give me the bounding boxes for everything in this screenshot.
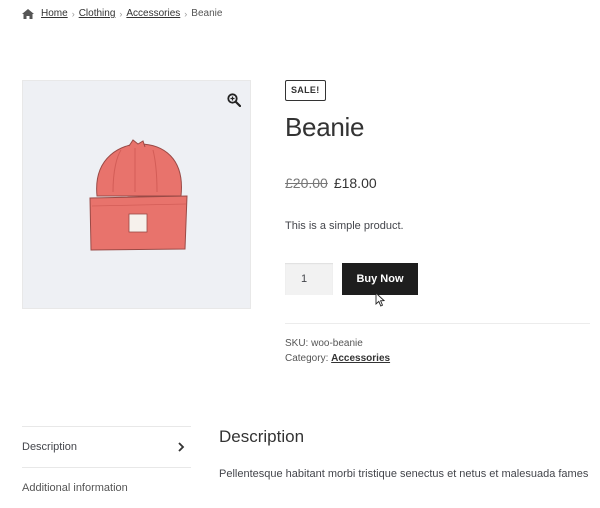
mouse-cursor-icon	[375, 292, 385, 307]
product-gallery[interactable]	[22, 80, 251, 309]
divider	[285, 323, 590, 324]
tab-description-label: Description	[22, 441, 78, 453]
product-tabs: Description Additional information	[22, 426, 191, 508]
sku-label: SKU:	[285, 338, 309, 349]
product-sku: SKU: woo-beanie	[285, 338, 363, 349]
breadcrumb: Home › Clothing › Accessories › Beanie	[22, 8, 222, 19]
sale-badge: SALE!	[285, 80, 326, 101]
old-price: £20.00	[285, 175, 328, 191]
tab-additional-label: Additional information	[22, 482, 128, 494]
breadcrumb-separator: ›	[71, 8, 75, 19]
category-label: Category:	[285, 353, 329, 364]
tab-additional-information[interactable]: Additional information	[22, 467, 191, 508]
zoom-icon[interactable]	[227, 93, 241, 107]
quantity-input[interactable]	[285, 263, 333, 295]
product-category: Category: Accessories	[285, 353, 390, 364]
home-icon	[22, 8, 34, 19]
breadcrumb-clothing-link[interactable]: Clothing	[79, 8, 116, 19]
category-link[interactable]: Accessories	[331, 353, 390, 364]
beanie-hat-icon	[89, 139, 188, 251]
chevron-right-icon	[178, 442, 185, 452]
tab-description[interactable]: Description	[22, 426, 191, 467]
breadcrumb-home-link[interactable]: Home	[41, 8, 68, 19]
description-heading: Description	[219, 427, 305, 446]
breadcrumb-current: Beanie	[191, 8, 223, 19]
breadcrumb-separator: ›	[119, 8, 123, 19]
short-description: This is a simple product.	[285, 220, 404, 232]
product-title: Beanie	[285, 112, 365, 142]
breadcrumb-accessories-link[interactable]: Accessories	[126, 8, 180, 19]
price: £20.00 £18.00	[285, 175, 377, 191]
sale-price: £18.00	[333, 175, 377, 191]
buy-now-button[interactable]: Buy Now	[342, 263, 418, 295]
sku-value: woo-beanie	[311, 338, 363, 349]
description-text: Pellentesque habitant morbi tristique se…	[219, 468, 589, 480]
breadcrumb-separator: ›	[184, 8, 188, 19]
